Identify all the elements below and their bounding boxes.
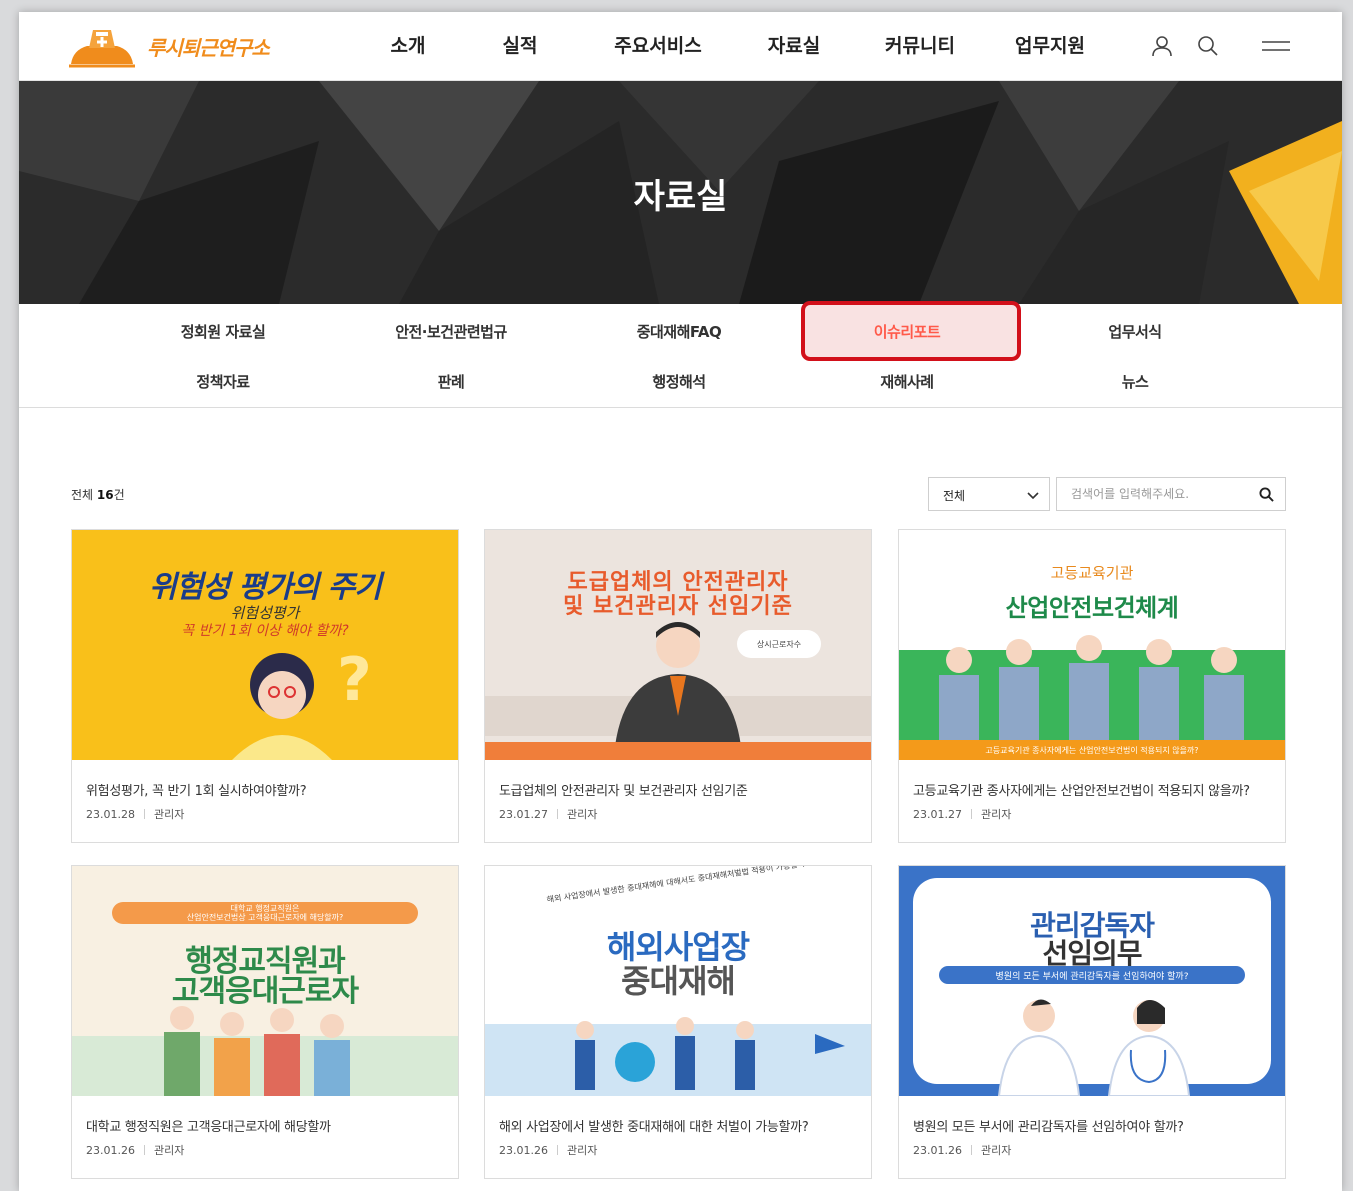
nav-item-about[interactable]: 소개 (364, 31, 452, 58)
post-author: 관리자 (153, 808, 185, 821)
post-card[interactable]: 고등교육기관 산업안전보건체계 고등교육기관 종사자에게는 산업안전보건법이 적… (898, 529, 1286, 843)
search-button-icon[interactable] (1259, 487, 1274, 506)
post-author: 관리자 (980, 808, 1012, 821)
post-author: 관리자 (566, 808, 598, 821)
post-card[interactable]: 관리감독자 선임의무 병원의 모든 부서에 관리감독자를 선임하여야 할까? 병… (898, 865, 1286, 1179)
nav-item-support[interactable]: 업무지원 (990, 31, 1110, 58)
chevron-down-icon (1027, 489, 1039, 503)
post-title[interactable]: 병원의 모든 부서에 관리감독자를 선임하여야 할까? (913, 1116, 1273, 1135)
subnav-item-faq[interactable]: 중대재해FAQ (579, 321, 779, 342)
search-input[interactable] (1056, 477, 1286, 511)
page-title: 자료실 (633, 177, 728, 217)
nav-item-performance[interactable]: 실적 (464, 31, 576, 58)
menu-icon[interactable] (1260, 36, 1292, 60)
subnav-item-member-archive[interactable]: 정회원 자료실 (123, 321, 323, 342)
browser-page: 루시퇴근연구소 소개 실적 주요서비스 자료실 커뮤니티 업무지원 자료실 정회… (19, 12, 1342, 1191)
post-date: 23.01.27 (499, 807, 548, 821)
post-thumbnail: 고등교육기관 산업안전보건체계 고등교육기관 종사자에게는 산업안전보건법이 적… (899, 530, 1285, 760)
logo[interactable]: 루시퇴근연구소 (67, 24, 270, 68)
search-icon[interactable] (1196, 34, 1220, 62)
sub-navigation: 정회원 자료실 안전·보건관련법규 중대재해FAQ 이슈리포트 업무서식 정책자… (19, 301, 1342, 408)
hero-banner: 자료실 (19, 81, 1342, 304)
post-author: 관리자 (980, 1144, 1012, 1157)
post-meta: 23.01.27 관리자 (499, 806, 597, 822)
subnav-item-policy[interactable]: 정책자료 (123, 371, 323, 392)
subnav-item-accident-cases[interactable]: 재해사례 (807, 371, 1007, 392)
post-card[interactable]: 대학교 행정교직원은 산업안전보건법상 고객응대근로자에 해당할까? 행정교직원과… (71, 865, 459, 1179)
header-icons (1150, 34, 1292, 62)
post-thumbnail: 대학교 행정교직원은 산업안전보건법상 고객응대근로자에 해당할까? 행정교직원과… (72, 866, 458, 1096)
subnav-item-precedent[interactable]: 판례 (351, 371, 551, 392)
post-title[interactable]: 도급업체의 안전관리자 및 보건관리자 선임기준 (499, 780, 859, 799)
post-meta: 23.01.27 관리자 (913, 806, 1011, 822)
post-title[interactable]: 고등교육기관 종사자에게는 산업안전보건법이 적용되지 않을까? (913, 780, 1273, 799)
svg-text:?: ? (337, 645, 372, 715)
post-date: 23.01.26 (499, 1143, 548, 1157)
nav-item-community[interactable]: 커뮤니티 (860, 31, 980, 58)
site-header: 루시퇴근연구소 소개 실적 주요서비스 자료실 커뮤니티 업무지원 (19, 12, 1342, 81)
post-card[interactable]: 위험성 평가의 주기 위험성평가 꼭 반기 1회 이상 해야 할까? ? 위험성… (71, 529, 459, 843)
post-date: 23.01.26 (913, 1143, 962, 1157)
post-thumbnail: 위험성 평가의 주기 위험성평가 꼭 반기 1회 이상 해야 할까? ? (72, 530, 458, 760)
total-count: 전체 16건 (71, 488, 125, 502)
post-thumbnail: 관리감독자 선임의무 병원의 모든 부서에 관리감독자를 선임하여야 할까? (899, 866, 1285, 1096)
post-title[interactable]: 해외 사업장에서 발생한 중대재해에 대한 처벌이 가능할까? (499, 1116, 859, 1135)
nav-item-services[interactable]: 주요서비스 (588, 31, 728, 58)
post-title[interactable]: 대학교 행정직원은 고객응대근로자에 해당할까 (86, 1116, 446, 1135)
subnav-item-forms[interactable]: 업무서식 (1035, 321, 1235, 342)
subnav-item-safety-law[interactable]: 안전·보건관련법규 (351, 321, 551, 342)
search-filter-select[interactable]: 전체 (928, 477, 1050, 511)
subnav-item-admin-interpretation[interactable]: 행정해석 (579, 371, 779, 392)
post-date: 23.01.27 (913, 807, 962, 821)
subnav-item-news[interactable]: 뉴스 (1035, 371, 1235, 392)
logo-text: 루시퇴근연구소 (147, 35, 270, 60)
main-nav: 소개 실적 주요서비스 자료실 커뮤니티 업무지원 (364, 31, 1110, 58)
post-thumbnail: 도급업체의 안전관리자 및 보건관리자 선임기준 상시근로자수 (485, 530, 871, 760)
post-thumbnail: 해외 사업장에서 발생한 중대재해에 대해서도 중대재해처벌법 적용이 가능할까… (485, 866, 871, 1096)
post-date: 23.01.26 (86, 1143, 135, 1157)
post-card[interactable]: 도급업체의 안전관리자 및 보건관리자 선임기준 상시근로자수 도급업체의 안전… (484, 529, 872, 843)
subnav-item-issue-report[interactable]: 이슈리포트 (807, 321, 1007, 342)
post-author: 관리자 (153, 1144, 185, 1157)
nav-item-archive[interactable]: 자료실 (738, 31, 850, 58)
post-author: 관리자 (566, 1144, 598, 1157)
post-meta: 23.01.26 관리자 (86, 1142, 184, 1158)
search-filter-value: 전체 (943, 489, 966, 503)
post-title[interactable]: 위험성평가, 꼭 반기 1회 실시하여야할까? (86, 780, 446, 799)
logo-icon (67, 24, 137, 68)
post-date: 23.01.28 (86, 807, 135, 821)
user-icon[interactable] (1150, 34, 1174, 62)
post-meta: 23.01.26 관리자 (499, 1142, 597, 1158)
post-card[interactable]: 해외 사업장에서 발생한 중대재해에 대해서도 중대재해처벌법 적용이 가능할까… (484, 865, 872, 1179)
post-meta: 23.01.28 관리자 (86, 806, 184, 822)
post-meta: 23.01.26 관리자 (913, 1142, 1011, 1158)
